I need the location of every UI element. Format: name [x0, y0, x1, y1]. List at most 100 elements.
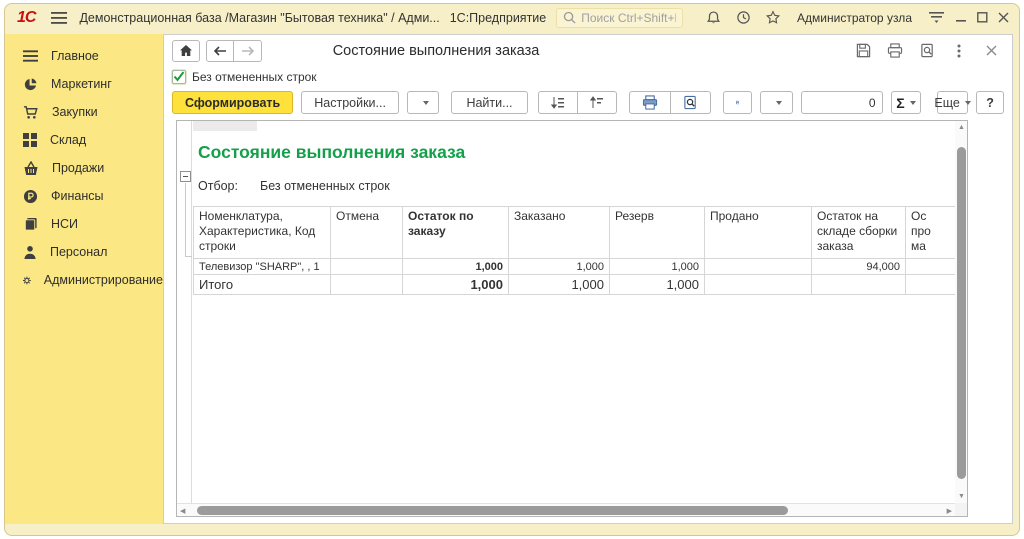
ruble-circle-icon — [23, 189, 38, 204]
horizontal-scroll-thumb[interactable] — [197, 506, 788, 515]
no-cancelled-rows-checkbox[interactable] — [172, 70, 186, 84]
cell-order-balance[interactable]: 1,000 — [403, 275, 509, 295]
col-order-balance: Остаток по заказу — [403, 207, 509, 259]
minimize-button[interactable] — [956, 8, 967, 28]
more-actions-button[interactable]: Еще — [937, 91, 968, 114]
cell-total-label[interactable]: Итого — [194, 275, 331, 295]
report-variants-button[interactable] — [407, 91, 439, 114]
sidebar-item-glavnoe[interactable]: Главное — [5, 42, 163, 70]
forward-button[interactable] — [234, 40, 262, 62]
home-button[interactable] — [172, 40, 200, 62]
sidebar-item-zakupki[interactable]: Закупки — [5, 98, 163, 126]
grouping-gutter — [177, 121, 192, 503]
search-input[interactable] — [581, 11, 676, 25]
col-reserve: Резерв — [610, 207, 705, 259]
vertical-scroll-thumb[interactable] — [957, 147, 966, 479]
sidebar-item-personal[interactable]: Персонал — [5, 238, 163, 266]
frozen-header-strip — [193, 121, 257, 131]
cell-reserve[interactable]: 1,000 — [610, 259, 705, 275]
back-button[interactable] — [206, 40, 234, 62]
find-button[interactable]: Найти... — [451, 91, 527, 114]
filter-value: Без отмененных строк — [260, 179, 390, 193]
sidebar-item-label: Маркетинг — [51, 77, 112, 91]
print-icon[interactable] — [882, 40, 908, 62]
sidebar-item-sklad[interactable]: Склад — [5, 126, 163, 154]
sidebar-item-label: Склад — [50, 133, 86, 147]
close-window-button[interactable] — [998, 8, 1009, 28]
cell-cancel[interactable] — [331, 259, 403, 275]
close-form-icon[interactable] — [978, 40, 1004, 62]
generate-button[interactable]: Сформировать — [172, 91, 293, 114]
horizontal-scrollbar[interactable]: ◀ ▶ — [177, 503, 955, 516]
global-search[interactable] — [556, 8, 683, 28]
toolbar-preview-button[interactable] — [671, 91, 711, 114]
cell-clipped[interactable] — [906, 259, 956, 275]
dropdown-caret — [965, 101, 971, 105]
cell-reserve[interactable]: 1,000 — [610, 275, 705, 295]
report-title: Состояние выполнения заказа — [198, 142, 955, 163]
send-email-button[interactable] — [760, 91, 792, 114]
sigma-icon: Σ — [896, 95, 904, 111]
history-icon[interactable] — [733, 8, 753, 28]
sidebar-item-label: Продажи — [52, 161, 104, 175]
sidebar-item-finansy[interactable]: Финансы — [5, 182, 163, 210]
app-window: 1С Демонстрационная база /Магазин "Бытов… — [4, 3, 1020, 536]
checkmark-icon — [173, 71, 185, 82]
sidebar-item-administrirovanie[interactable]: Администрирование — [5, 266, 163, 294]
scroll-up-arrow[interactable]: ▲ — [958, 124, 965, 131]
collapse-groups-button[interactable] — [578, 91, 617, 114]
sum-counter-field[interactable] — [801, 91, 883, 114]
checkbox-label[interactable]: Без отмененных строк — [192, 70, 317, 84]
col-cancel: Отмена — [331, 207, 403, 259]
menu-lines-icon — [23, 50, 38, 62]
cell-sold[interactable] — [705, 275, 812, 295]
main-menu-icon[interactable] — [49, 8, 69, 28]
sidebar-item-nsi[interactable]: НСИ — [5, 210, 163, 238]
collapse-groups-icon — [590, 96, 604, 109]
cell-order-balance[interactable]: 1,000 — [403, 259, 509, 275]
scroll-left-arrow[interactable]: ◀ — [180, 507, 185, 515]
current-user[interactable]: Администратор узла — [797, 11, 912, 25]
app-name: 1С:Предприятие — [450, 11, 547, 25]
scroll-down-arrow[interactable]: ▼ — [958, 493, 965, 500]
cell-ordered[interactable]: 1,000 — [509, 275, 610, 295]
cell-sold[interactable] — [705, 259, 812, 275]
col-sold: Продано — [705, 207, 812, 259]
search-icon — [563, 11, 576, 24]
content-panel: Состояние выполнения заказа — [163, 34, 1013, 524]
cell-clipped[interactable] — [906, 275, 956, 295]
table-row: Телевизор "SHARP", , 1 1,000 1,000 1,000… — [194, 259, 956, 275]
print-preview-icon[interactable] — [914, 40, 940, 62]
expand-groups-button[interactable] — [538, 91, 578, 114]
basket-icon — [23, 161, 39, 176]
vertical-scrollbar[interactable]: ▲ ▼ — [955, 121, 967, 503]
sidebar-item-label: Финансы — [51, 189, 103, 203]
dropdown-caret — [910, 101, 916, 105]
maximize-button[interactable] — [977, 8, 988, 28]
sidebar-item-prodazhi[interactable]: Продажи — [5, 154, 163, 182]
cell-ordered[interactable]: 1,000 — [509, 259, 610, 275]
more-menu-icon[interactable] — [946, 40, 972, 62]
service-menu-icon[interactable] — [926, 8, 946, 28]
cell-cancel[interactable] — [331, 275, 403, 295]
settings-button[interactable]: Настройки... — [301, 91, 399, 114]
scroll-right-arrow[interactable]: ▶ — [947, 507, 952, 515]
print-preview-icon — [683, 95, 698, 110]
group-collapse-button[interactable] — [180, 171, 191, 182]
cell-assembly-balance[interactable]: 94,000 — [812, 259, 906, 275]
cell-assembly-balance[interactable] — [812, 275, 906, 295]
gear-icon — [23, 273, 31, 288]
favorites-star-icon[interactable] — [763, 8, 783, 28]
col-nomenclature: Номенклатура, Характеристика, Код строки — [194, 207, 331, 259]
sidebar-item-marketing[interactable]: Маркетинг — [5, 70, 163, 98]
notifications-bell-icon[interactable] — [703, 8, 723, 28]
dropdown-caret — [776, 101, 782, 105]
db-title: Демонстрационная база /Магазин "Бытовая … — [79, 11, 439, 25]
1c-logo: 1С — [17, 9, 35, 27]
cell-nomenclature[interactable]: Телевизор "SHARP", , 1 — [194, 259, 331, 275]
toolbar-print-button[interactable] — [629, 91, 671, 114]
autosum-button[interactable]: Σ — [891, 91, 922, 114]
save-report-icon[interactable] — [850, 40, 876, 62]
toolbar-save-button[interactable] — [723, 91, 753, 114]
help-button[interactable]: ? — [976, 91, 1004, 114]
